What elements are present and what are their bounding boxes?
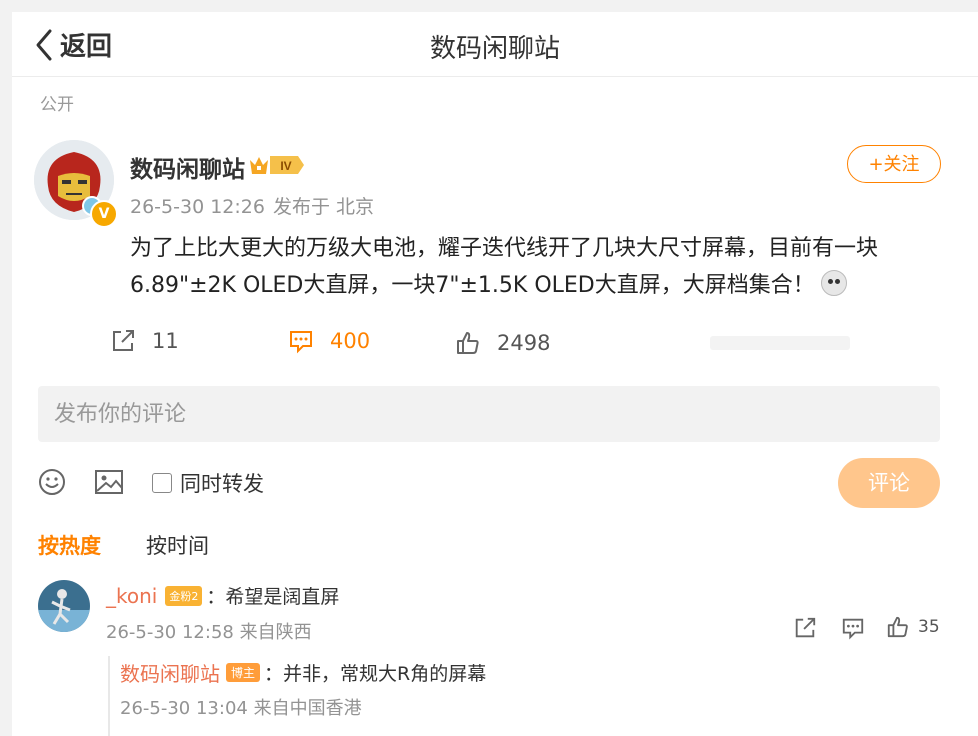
post-detail-card: 返回 数码闲聊站 公开 V 数码闲聊站 IV 26-5-30 12:26 发布于 … (12, 12, 978, 736)
repost-label: 同时转发 (180, 472, 264, 496)
post-text-line-2: 6.89"±2K OLED大直屏，一块7"±1.5K OLED大直屏，大屏档集合… (130, 273, 815, 298)
post-text-line-1: 为了上比大更大的万级大电池，耀子迭代线开了几块大尺寸屏幕，目前有一块 (130, 236, 879, 261)
checkbox-box[interactable] (152, 473, 172, 493)
comment-reply-icon[interactable] (840, 616, 866, 640)
comment-text: ：希望是阔直屏 (206, 586, 340, 608)
comment-count: 400 (330, 329, 371, 353)
share-icon (113, 330, 134, 351)
comment-button[interactable]: 400 (288, 328, 370, 354)
commenter-avatar[interactable] (38, 580, 90, 632)
like-count: 2498 (497, 331, 551, 355)
post-text: 为了上比大更大的万级大电池，耀子迭代线开了几块大尺寸屏幕，目前有一块 6.89"… (130, 230, 930, 304)
sort-by-hot-tab[interactable]: 按热度 (38, 530, 101, 560)
fan-badge-text: 金粉2 (169, 589, 199, 603)
post-meta: 26-5-30 12:26 发布于 北京 (130, 192, 374, 219)
reply-line: 数码闲聊站 博主 ：并非，常规大R角的屏幕 (120, 658, 486, 687)
image-icon[interactable] (94, 468, 124, 496)
share-count: 11 (152, 329, 179, 353)
commenter-avatar-image (38, 580, 90, 632)
header-divider (12, 76, 978, 77)
emoji-icon[interactable] (38, 468, 66, 496)
reply-time: 26-5-30 13:04 (120, 698, 248, 719)
doge-emoji-icon (820, 270, 847, 296)
share-button[interactable]: 11 (110, 328, 179, 354)
owner-badge: 博主 (226, 663, 261, 682)
level-badge-text: IV (280, 159, 291, 173)
like-button[interactable]: 2498 (455, 330, 550, 356)
visibility-label: 公开 (40, 95, 74, 115)
comment-like-count: 35 (918, 617, 940, 637)
reply-author-name[interactable]: 数码闲聊站 (120, 658, 220, 687)
post-time: 26-5-30 12:26 (130, 196, 265, 218)
comment-icon (290, 331, 312, 354)
post-location: 发布于 北京 (272, 196, 374, 218)
commenter-name[interactable]: _koni (106, 584, 157, 608)
sort-by-time-tab[interactable]: 按时间 (146, 530, 209, 560)
verified-v-badge: V (90, 200, 118, 228)
reply-thread-bar (108, 656, 110, 736)
page-title: 数码闲聊站 (429, 34, 560, 64)
thumbs-up-icon (887, 616, 908, 638)
comment-time: 26-5-30 12:58 (106, 622, 234, 643)
repost-checkbox[interactable]: 同时转发 (152, 468, 264, 498)
member-crown-icon: IV (250, 156, 304, 174)
follow-button[interactable]: +关注 (847, 145, 941, 183)
comment-meta: 26-5-30 12:58 来自陕西 (106, 618, 312, 644)
comment-like-button[interactable]: 35 (886, 615, 940, 639)
comment-input[interactable] (38, 386, 940, 442)
submit-comment-button[interactable]: 评论 (838, 458, 940, 508)
comment-location: 来自陕西 (239, 622, 312, 643)
thumbs-up-icon (457, 332, 479, 354)
comment-line: _koni 金粉2 ：希望是阔直屏 (106, 582, 339, 609)
reply-text: ：并非，常规大R角的屏幕 (264, 663, 487, 685)
fan-badge: 金粉2 (165, 585, 203, 606)
reply-location: 来自中国香港 (253, 698, 362, 719)
author-name[interactable]: 数码闲聊站 (130, 150, 245, 184)
blurred-placeholder (710, 336, 850, 350)
comment-share-icon[interactable] (792, 616, 818, 640)
reply-meta: 26-5-30 13:04 来自中国香港 (120, 694, 362, 720)
